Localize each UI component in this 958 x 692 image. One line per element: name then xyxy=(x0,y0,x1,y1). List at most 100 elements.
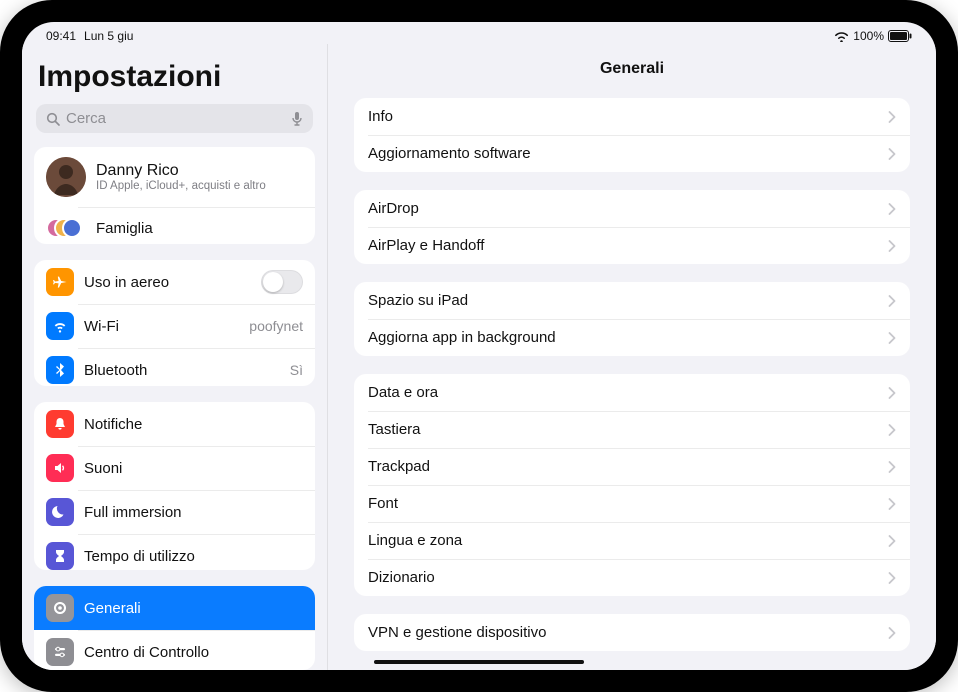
status-right: 100% xyxy=(834,29,912,43)
chevron-right-icon xyxy=(888,424,896,436)
sidebar-item-controlcenter[interactable]: Centro di Controllo xyxy=(34,630,315,670)
detail-group: AirDrop AirPlay e Handoff xyxy=(354,190,910,264)
detail-row[interactable]: AirDrop xyxy=(354,190,910,227)
detail-group: VPN e gestione dispositivo xyxy=(354,614,910,651)
wifi-icon xyxy=(834,31,849,42)
status-left: 09:41 Lun 5 giu xyxy=(46,29,133,43)
detail-row-label: Info xyxy=(368,108,888,125)
detail-title: Generali xyxy=(354,52,910,98)
sidebar-item-label: Centro di Controllo xyxy=(84,644,303,661)
detail-row[interactable]: Info xyxy=(354,98,910,135)
sidebar-item-notifications[interactable]: Notifiche xyxy=(34,402,315,446)
chevron-right-icon xyxy=(888,535,896,547)
chevron-right-icon xyxy=(888,498,896,510)
apple-id-row[interactable]: Danny Rico ID Apple, iCloud+, acquisti e… xyxy=(34,147,315,207)
sidebar-item-label: Tempo di utilizzo xyxy=(84,548,303,565)
detail-group: Info Aggiornamento software xyxy=(354,98,910,172)
sidebar-item-sounds[interactable]: Suoni xyxy=(34,446,315,490)
chevron-right-icon xyxy=(888,111,896,123)
chevron-right-icon xyxy=(888,203,896,215)
detail-row[interactable]: Data e ora xyxy=(354,374,910,411)
sidebar-item-wifi[interactable]: Wi-Fi poofynet xyxy=(34,304,315,348)
gear-icon xyxy=(46,594,74,622)
detail-row-label: Data e ora xyxy=(368,384,888,401)
account-subtitle: ID Apple, iCloud+, acquisti e altro xyxy=(96,180,266,192)
detail-row[interactable]: Spazio su iPad xyxy=(354,282,910,319)
sidebar-item-label: Suoni xyxy=(84,460,303,477)
detail-row-label: AirDrop xyxy=(368,200,888,217)
sidebar-item-label: Bluetooth xyxy=(84,362,282,379)
connectivity-card: Uso in aereo Wi-Fi poofynet xyxy=(34,260,315,386)
detail-row-label: AirPlay e Handoff xyxy=(368,237,888,254)
detail-row-label: Aggiorna app in background xyxy=(368,329,888,346)
notifications-card: Notifiche Suoni Full immersion xyxy=(34,402,315,570)
chevron-right-icon xyxy=(888,387,896,399)
bell-icon xyxy=(46,410,74,438)
airplane-icon xyxy=(46,268,74,296)
detail-group: Spazio su iPad Aggiorna app in background xyxy=(354,282,910,356)
detail-row[interactable]: Aggiornamento software xyxy=(354,135,910,172)
bluetooth-icon xyxy=(46,356,74,384)
detail-row-label: Spazio su iPad xyxy=(368,292,888,309)
hourglass-icon xyxy=(46,542,74,570)
detail-row[interactable]: Trackpad xyxy=(354,448,910,485)
search-input[interactable]: Cerca xyxy=(36,104,313,133)
status-battery-text: 100% xyxy=(853,29,884,43)
detail-row[interactable]: Font xyxy=(354,485,910,522)
mic-icon[interactable] xyxy=(291,111,303,127)
chevron-right-icon xyxy=(888,240,896,252)
detail-row-label: Trackpad xyxy=(368,458,888,475)
account-card: Danny Rico ID Apple, iCloud+, acquisti e… xyxy=(34,147,315,244)
airplane-toggle[interactable] xyxy=(261,270,303,294)
detail-row[interactable]: Lingua e zona xyxy=(354,522,910,559)
device-frame: 09:41 Lun 5 giu 100% Impostazioni xyxy=(0,0,958,692)
status-date: Lun 5 giu xyxy=(84,29,133,43)
sidebar: Impostazioni Cerca xyxy=(22,44,328,670)
detail-row[interactable]: AirPlay e Handoff xyxy=(354,227,910,264)
detail-row[interactable]: Dizionario xyxy=(354,559,910,596)
detail-row-label: VPN e gestione dispositivo xyxy=(368,624,888,641)
family-row[interactable]: Famiglia xyxy=(34,207,315,244)
chevron-right-icon xyxy=(888,332,896,344)
sidebar-item-general[interactable]: Generali xyxy=(34,586,315,630)
detail-row-label: Tastiera xyxy=(368,421,888,438)
status-time: 09:41 xyxy=(46,29,76,43)
sidebar-title: Impostazioni xyxy=(34,54,315,100)
bluetooth-value: Sì xyxy=(290,362,303,378)
avatar xyxy=(46,157,86,197)
sidebar-item-focus[interactable]: Full immersion xyxy=(34,490,315,534)
battery-icon xyxy=(888,30,912,42)
home-indicator[interactable] xyxy=(374,660,584,664)
detail-row-label: Dizionario xyxy=(368,569,888,586)
detail-row[interactable]: Tastiera xyxy=(354,411,910,448)
detail-row[interactable]: Aggiorna app in background xyxy=(354,319,910,356)
screen: 09:41 Lun 5 giu 100% Impostazioni xyxy=(22,22,936,670)
chevron-right-icon xyxy=(888,295,896,307)
detail-pane[interactable]: Generali Info Aggiornamento software AirDr… xyxy=(328,44,936,670)
detail-row-label: Aggiornamento software xyxy=(368,145,888,162)
sidebar-item-airplane[interactable]: Uso in aereo xyxy=(34,260,315,304)
content: Impostazioni Cerca xyxy=(22,44,936,670)
detail-group: Data e ora Tastiera Trackpad Font Lingua e z… xyxy=(354,374,910,596)
account-name: Danny Rico xyxy=(96,162,266,180)
sidebar-item-bluetooth[interactable]: Bluetooth Sì xyxy=(34,348,315,386)
chevron-right-icon xyxy=(888,627,896,639)
wifi-value: poofynet xyxy=(249,318,303,334)
detail-row[interactable]: VPN e gestione dispositivo xyxy=(354,614,910,651)
speaker-icon xyxy=(46,454,74,482)
sidebar-item-label: Generali xyxy=(84,600,303,617)
wifi-icon xyxy=(46,312,74,340)
detail-row-label: Lingua e zona xyxy=(368,532,888,549)
moon-icon xyxy=(46,498,74,526)
sidebar-item-label: Uso in aereo xyxy=(84,274,261,291)
status-bar: 09:41 Lun 5 giu 100% xyxy=(22,22,936,46)
chevron-right-icon xyxy=(888,461,896,473)
sidebar-item-label: Full immersion xyxy=(84,504,303,521)
family-label: Famiglia xyxy=(96,220,303,237)
sidebar-item-screentime[interactable]: Tempo di utilizzo xyxy=(34,534,315,570)
sidebar-item-label: Notifiche xyxy=(84,416,303,433)
chevron-right-icon xyxy=(888,572,896,584)
family-avatars-icon xyxy=(46,214,86,242)
detail-row-label: Font xyxy=(368,495,888,512)
search-icon xyxy=(46,112,60,126)
